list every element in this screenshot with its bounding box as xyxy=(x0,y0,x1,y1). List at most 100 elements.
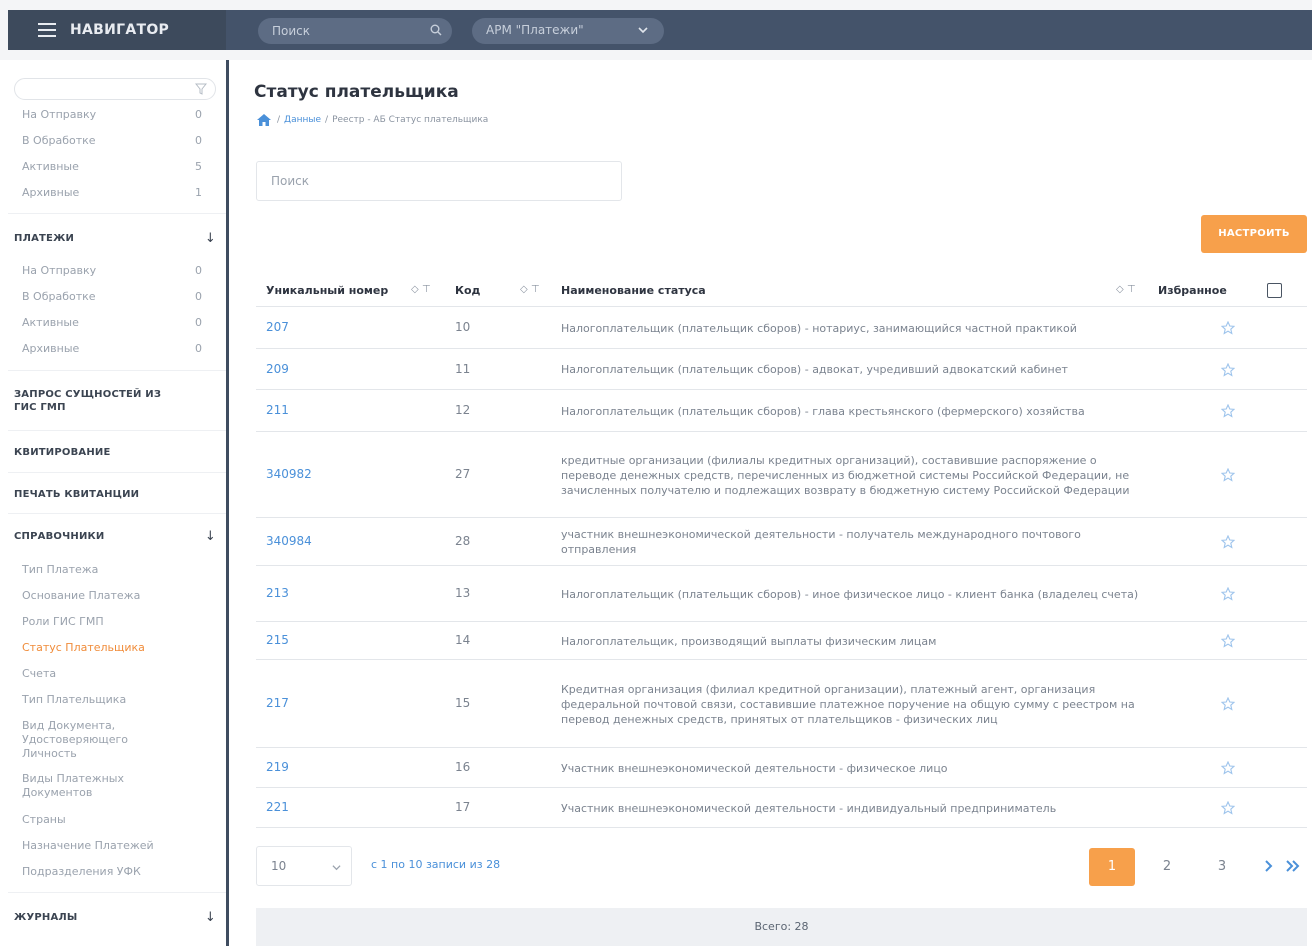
arm-select[interactable]: АРМ "Платежи" xyxy=(472,18,664,44)
sidebar-item-ufk-units[interactable]: Подразделения УФК xyxy=(22,865,202,878)
sidebar-item-to-send[interactable]: На Отправку 0 xyxy=(22,108,202,121)
divider xyxy=(8,370,226,371)
row-status-name: Налогоплательщик (плательщик сборов) - г… xyxy=(561,405,1085,418)
sidebar-item-payment-purpose[interactable]: Назначение Платежей xyxy=(22,839,202,852)
brand-label: НАВИГАТОР xyxy=(70,22,170,38)
row-number-link[interactable]: 207 xyxy=(266,320,289,334)
table-header: Уникальный номер ◇ ⊤ Код ◇ ⊤ Наименовани… xyxy=(256,274,1307,307)
sidebar-item-payer-status[interactable]: Статус Плательщика xyxy=(22,641,202,654)
star-icon[interactable] xyxy=(1221,697,1235,711)
sidebar-section-refs[interactable]: СПРАВОЧНИКИ ↓ xyxy=(14,530,220,543)
column-header-number[interactable]: Уникальный номер ◇ ⊤ xyxy=(266,284,431,297)
sidebar-item-payments-to-send[interactable]: На Отправку 0 xyxy=(22,264,202,277)
star-icon[interactable] xyxy=(1221,404,1235,418)
sort-filter-icon[interactable]: ◇ ⊤ xyxy=(411,284,431,295)
table-row[interactable]: 340984 28 участник внешнеэкономической дея… xyxy=(256,518,1307,566)
page-1-button[interactable]: 1 xyxy=(1089,848,1135,886)
menu-icon xyxy=(38,23,56,37)
star-icon[interactable] xyxy=(1221,468,1235,482)
star-icon[interactable] xyxy=(1221,321,1235,335)
sidebar: На Отправку 0 В Обработке 0 Активные 5 Архи… xyxy=(8,60,226,946)
divider xyxy=(8,472,226,473)
column-header-name[interactable]: Наименование статуса ◇ ⊤ xyxy=(561,284,1151,297)
filter-icon xyxy=(195,83,207,95)
row-code: 17 xyxy=(455,800,471,814)
row-number-link[interactable]: 211 xyxy=(266,403,289,417)
navigator-toggle[interactable]: НАВИГАТОР xyxy=(8,10,226,50)
sidebar-item-archive[interactable]: Архивные 1 xyxy=(22,186,202,199)
row-number-link[interactable]: 219 xyxy=(266,760,289,774)
records-info: с 1 по 10 записи из 28 xyxy=(371,858,501,871)
last-page-icon[interactable] xyxy=(1285,857,1301,875)
table-row[interactable]: 221 17 Участник внешнеэкономической деятел… xyxy=(256,788,1307,828)
sidebar-section-journals[interactable]: ЖУРНАЛЫ ↓ xyxy=(14,911,220,924)
table-row[interactable]: 217 15 Кредитная организация (филиал креди… xyxy=(256,660,1307,748)
table-row[interactable]: 209 11 Налогоплательщик (плательщик сборов… xyxy=(256,349,1307,390)
row-status-name: участник внешнеэкономической деятельност… xyxy=(561,528,1081,556)
sidebar-item-id-document[interactable]: Вид Документа, Удостоверяющего Личность xyxy=(22,719,152,761)
table-row[interactable]: 340982 27 кредитные организации (филиалы к… xyxy=(256,432,1307,518)
row-code: 10 xyxy=(455,320,471,334)
row-number-link[interactable]: 340982 xyxy=(266,467,312,481)
table-row[interactable]: 219 16 Участник внешнеэкономической деятел… xyxy=(256,748,1307,788)
sort-filter-icon[interactable]: ◇ ⊤ xyxy=(520,284,540,295)
main-content: Статус плательщика / Данные / Реестр - А… xyxy=(229,60,1312,946)
page-size-select[interactable]: 10 xyxy=(256,846,352,886)
table-row[interactable]: 213 13 Налогоплательщик (плательщик сборов… xyxy=(256,566,1307,622)
sidebar-item-payments-processing[interactable]: В Обработке 0 xyxy=(22,290,202,303)
star-icon[interactable] xyxy=(1221,761,1235,775)
home-icon[interactable] xyxy=(257,114,271,126)
table-row[interactable]: 215 14 Налогоплательщик, производящий выпл… xyxy=(256,622,1307,660)
star-icon[interactable] xyxy=(1221,801,1235,815)
row-code: 13 xyxy=(455,586,471,600)
breadcrumb-data-link[interactable]: Данные xyxy=(284,115,321,125)
row-number-link[interactable]: 209 xyxy=(266,362,289,376)
row-number-link[interactable]: 340984 xyxy=(266,534,312,548)
row-number-link[interactable]: 215 xyxy=(266,633,289,647)
sidebar-item-payment-type[interactable]: Тип Платежа xyxy=(22,563,202,576)
sidebar-item-payer-type[interactable]: Тип Плательщика xyxy=(22,693,202,706)
page-2-button[interactable]: 2 xyxy=(1144,848,1190,886)
star-icon[interactable] xyxy=(1221,363,1235,377)
column-header-code[interactable]: Код ◇ ⊤ xyxy=(455,284,540,297)
table-row[interactable]: 207 10 Налогоплательщик (плательщик сборов… xyxy=(256,307,1307,349)
next-page-icon[interactable] xyxy=(1261,857,1277,875)
select-all-checkbox[interactable] xyxy=(1267,283,1282,298)
row-number-link[interactable]: 217 xyxy=(266,696,289,710)
sidebar-item-countries[interactable]: Страны xyxy=(22,813,202,826)
sidebar-item-active[interactable]: Активные 5 xyxy=(22,160,202,173)
row-number-link[interactable]: 221 xyxy=(266,800,289,814)
row-code: 28 xyxy=(455,534,471,548)
sidebar-item-payment-docs[interactable]: Виды Платежных Документов xyxy=(22,772,152,800)
sidebar-section-print[interactable]: ПЕЧАТЬ КВИТАНЦИИ xyxy=(14,488,220,501)
sidebar-section-payments[interactable]: ПЛАТЕЖИ ↓ xyxy=(14,232,220,245)
search-icon xyxy=(430,24,442,36)
sidebar-filter-input[interactable] xyxy=(14,78,216,100)
sidebar-item-processing[interactable]: В Обработке 0 xyxy=(22,134,202,147)
sidebar-item-payments-archive[interactable]: Архивные 0 xyxy=(22,342,202,355)
sidebar-item-payments-active[interactable]: Активные 0 xyxy=(22,316,202,329)
sidebar-item-gis-roles[interactable]: Роли ГИС ГМП xyxy=(22,615,202,628)
table-row[interactable]: 211 12 Налогоплательщик (плательщик сборов… xyxy=(256,390,1307,432)
payer-status-table: Уникальный номер ◇ ⊤ Код ◇ ⊤ Наименовани… xyxy=(256,274,1307,828)
row-code: 15 xyxy=(455,696,471,710)
configure-button[interactable]: НАСТРОИТЬ xyxy=(1201,215,1307,253)
top-bar: НАВИГАТОР Поиск АРМ "Платежи" xyxy=(0,0,1312,60)
star-icon[interactable] xyxy=(1221,587,1235,601)
row-status-name: Кредитная организация (филиал кредитной … xyxy=(561,683,1135,726)
sidebar-section-kvit[interactable]: КВИТИРОВАНИЕ xyxy=(14,446,220,459)
sidebar-item-payment-basis[interactable]: Основание Платежа xyxy=(22,589,202,602)
row-code: 11 xyxy=(455,362,471,376)
divider xyxy=(8,892,226,893)
sidebar-section-request-gis[interactable]: ЗАПРОС СУЩНОСТЕЙ ИЗ ГИС ГМП xyxy=(14,388,184,414)
row-number-link[interactable]: 213 xyxy=(266,586,289,600)
page-3-button[interactable]: 3 xyxy=(1199,848,1245,886)
search-input[interactable]: Поиск xyxy=(256,161,622,201)
star-icon[interactable] xyxy=(1221,634,1235,648)
row-status-name: Налогоплательщик, производящий выплаты ф… xyxy=(561,635,937,648)
top-search-input[interactable]: Поиск xyxy=(258,18,452,44)
row-status-name: Налогоплательщик (плательщик сборов) - а… xyxy=(561,363,1068,376)
star-icon[interactable] xyxy=(1221,535,1235,549)
sort-filter-icon[interactable]: ◇ ⊤ xyxy=(1116,284,1136,295)
sidebar-item-accounts[interactable]: Счета xyxy=(22,667,202,680)
